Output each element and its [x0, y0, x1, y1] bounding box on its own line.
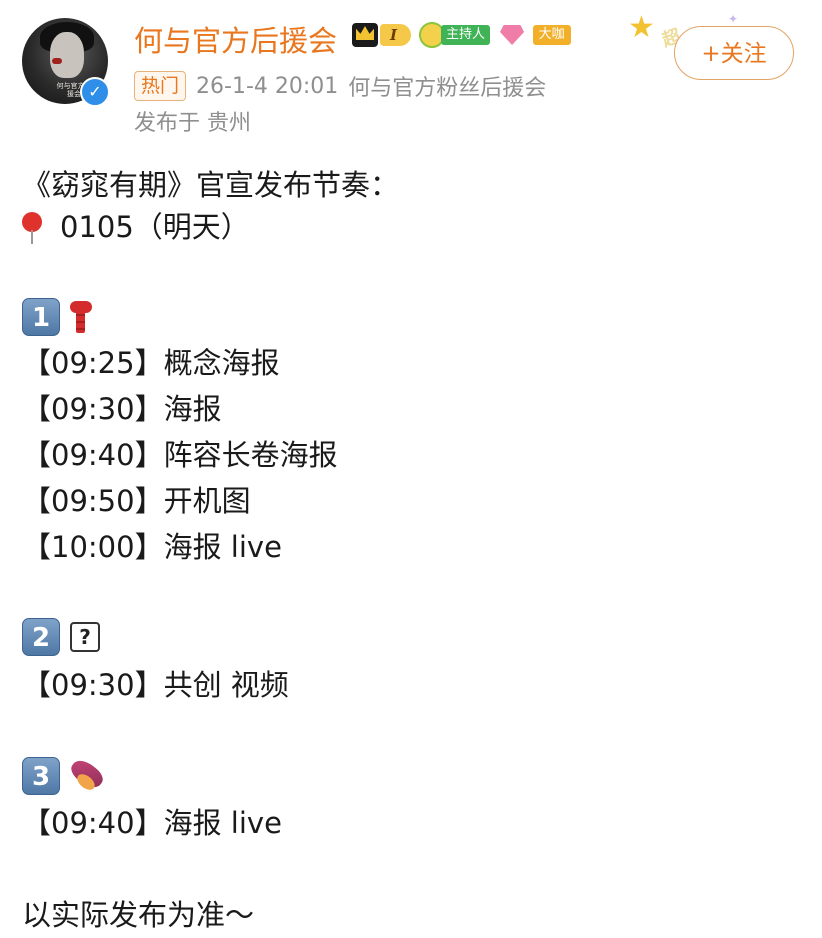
schedule-item: 【09:30】共创 视频 — [22, 668, 289, 702]
section-1-header: 1 — [22, 298, 94, 336]
vip-badge[interactable]: 14 大咖 — [500, 24, 571, 46]
level-badge-text: I — [380, 24, 412, 46]
crown-icon — [352, 23, 378, 47]
keycap-one-icon: 1 — [22, 298, 60, 336]
schedule-item: 【09:30】海报 — [22, 392, 222, 426]
question-box-icon: ? — [70, 622, 100, 652]
post-location: 发布于 贵州 — [134, 111, 251, 136]
keycap-two-icon: 2 — [22, 618, 60, 656]
verified-icon: ✓ — [80, 77, 110, 107]
post-footer: 以实际发布为准～ — [22, 898, 255, 932]
username[interactable]: 何与官方后援会 — [134, 18, 337, 60]
scarf-icon — [68, 299, 94, 335]
host-badge[interactable]: 主持人 — [419, 22, 491, 48]
weibo-post: 何与官方后援会 ✓ 何与官方后援会 I 主持人 14 大咖 ★ 超 ✦ +关注 … — [0, 0, 822, 937]
date-line-text: 0105（明天） — [60, 210, 250, 244]
date-line: 0105（明天） — [22, 204, 250, 250]
schedule-item: 【10:00】海报 live — [22, 530, 282, 564]
level-badge[interactable]: I — [352, 23, 412, 47]
user-badges: I 主持人 14 大咖 — [352, 22, 571, 48]
keycap-three-icon: 3 — [22, 757, 60, 795]
schedule-item: 【09:25】概念海报 — [22, 346, 280, 380]
avatar-mark — [52, 58, 62, 64]
star-icon: ★ — [628, 10, 655, 45]
vip-badge-label: 大咖 — [532, 25, 571, 45]
host-badge-label: 主持人 — [441, 25, 491, 45]
schedule-item: 【09:40】阵容长卷海报 — [22, 438, 338, 472]
section-3-header: 3 — [22, 756, 110, 796]
avatar-face — [50, 32, 84, 78]
pin-icon — [22, 212, 44, 244]
sweet-potato-icon — [66, 756, 110, 796]
section-2-header: 2 ? — [22, 618, 100, 656]
post-time: 26-1-4 20:01 — [196, 73, 339, 99]
post-meta: 热门 26-1-4 20:01 何与官方粉丝后援会 — [134, 70, 546, 102]
post-source[interactable]: 何与官方粉丝后援会 — [348, 70, 546, 102]
schedule-item: 【09:50】开机图 — [22, 484, 251, 518]
sparkle-icon: ✦ — [728, 12, 739, 26]
follow-button[interactable]: +关注 — [674, 26, 794, 80]
hot-tag[interactable]: 热门 — [134, 71, 187, 101]
post-title: 《窈窕有期》官宣发布节奏： — [22, 168, 400, 202]
schedule-item: 【09:40】海报 live — [22, 806, 282, 840]
